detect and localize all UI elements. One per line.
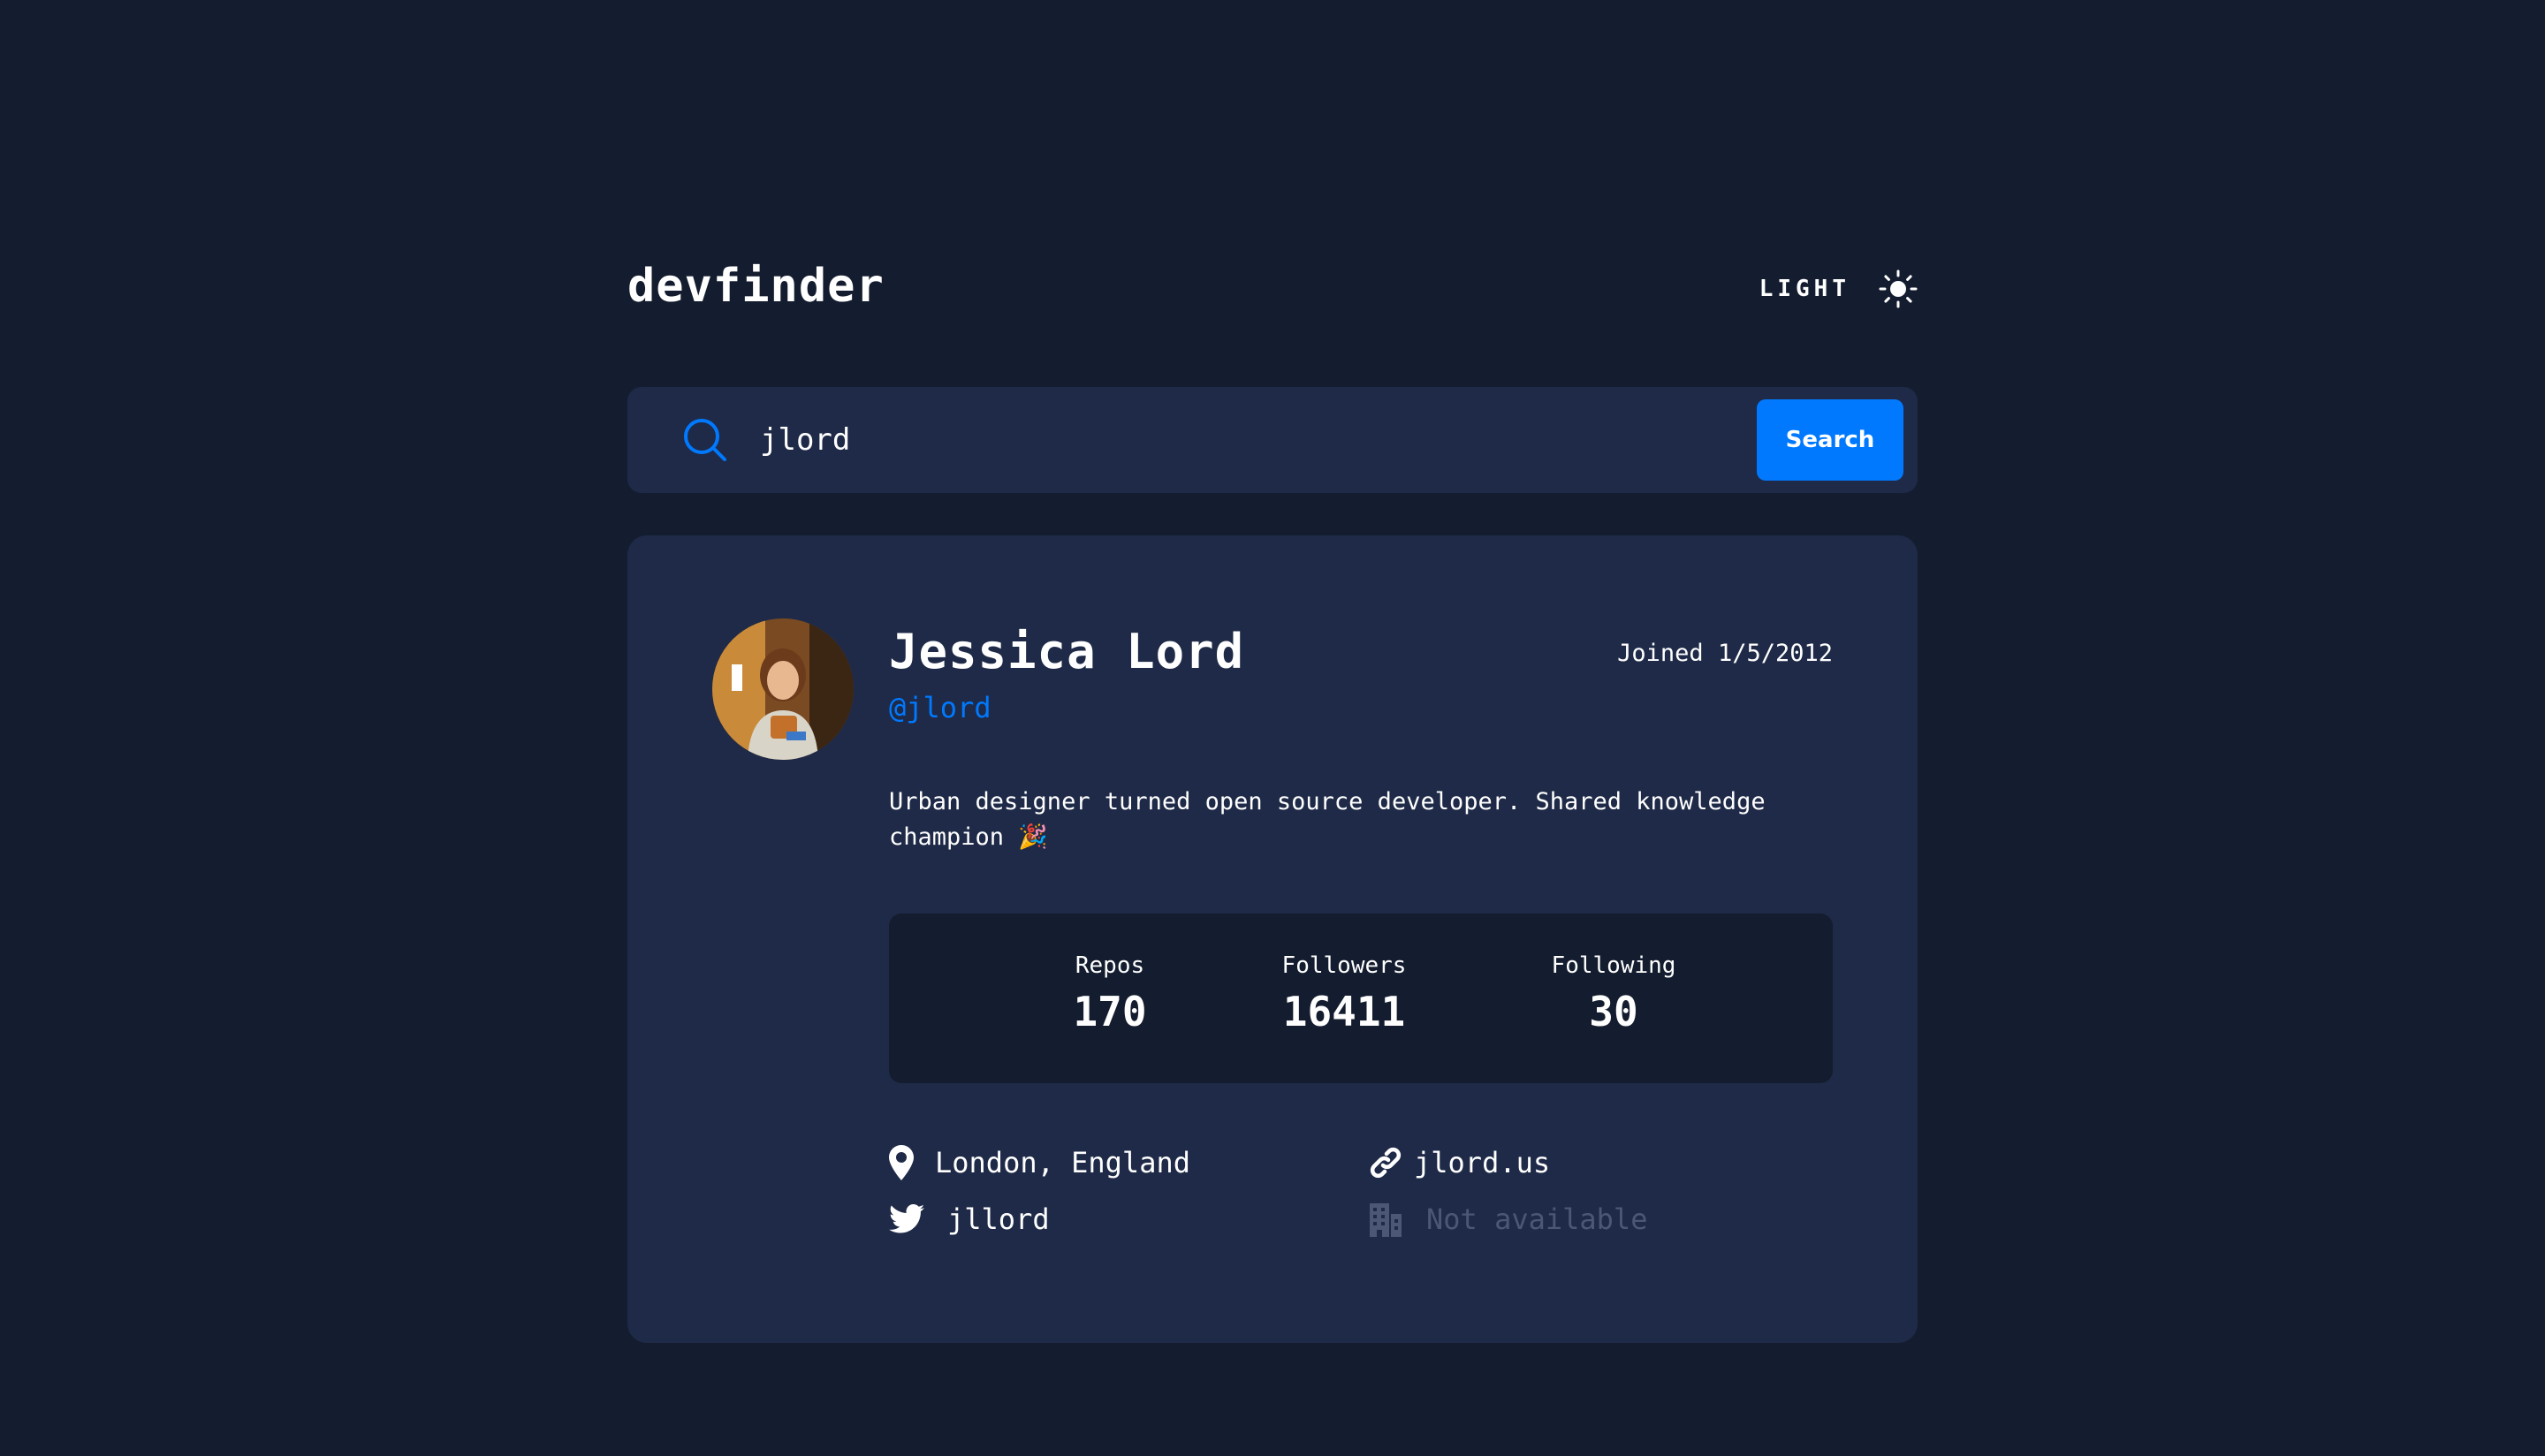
profile-links: London, England jllord jlord.us Not avai… — [889, 1143, 1833, 1267]
profile-handle-link[interactable]: @jlord — [889, 691, 991, 724]
search-bar: Search — [627, 387, 1918, 493]
stats-panel: Repos 170 Followers 16411 Following 30 — [889, 914, 1833, 1083]
joined-date: Joined 1/5/2012 — [1617, 640, 1833, 667]
stat-following: Following 30 — [1543, 952, 1684, 1035]
stat-value: 16411 — [1282, 988, 1406, 1035]
avatar — [712, 618, 854, 760]
theme-toggle-button[interactable]: LIGHT — [1759, 267, 1918, 311]
stat-label: Following — [1551, 952, 1676, 979]
twitter-item[interactable]: jllord — [889, 1200, 1050, 1239]
location-text: London, England — [935, 1146, 1190, 1179]
sun-icon — [1879, 269, 1918, 308]
stat-followers: Followers 16411 — [1269, 952, 1419, 1035]
location-item: London, England — [889, 1143, 1190, 1182]
avatar-image — [712, 618, 854, 760]
blog-item[interactable]: jlord.us — [1368, 1143, 1550, 1182]
search-icon — [684, 419, 726, 461]
profile-bio: Urban designer turned open source develo… — [889, 788, 1766, 851]
app-header: devfinder LIGHT — [627, 256, 1918, 323]
stat-label: Followers — [1281, 952, 1407, 979]
stat-label: Repos — [1075, 952, 1145, 979]
stat-value: 170 — [1073, 988, 1147, 1035]
app-logo: devfinder — [627, 260, 885, 313]
company-text: Not available — [1426, 1202, 1648, 1236]
building-icon — [1370, 1203, 1402, 1237]
stat-value: 30 — [1589, 988, 1638, 1035]
search-input[interactable] — [760, 413, 1679, 466]
link-icon — [1370, 1147, 1402, 1179]
theme-toggle-label: LIGHT — [1759, 276, 1850, 302]
location-pin-icon — [889, 1145, 914, 1180]
blog-link-text: jlord.us — [1414, 1146, 1551, 1179]
search-button[interactable]: Search — [1757, 399, 1903, 481]
twitter-icon — [889, 1204, 924, 1233]
twitter-handle: jllord — [947, 1202, 1050, 1236]
profile-name: Jessica Lord — [889, 624, 1245, 679]
company-item: Not available — [1368, 1200, 1647, 1239]
profile-card: Jessica Lord Joined 1/5/2012 @jlord Urba… — [627, 535, 1918, 1343]
stat-repos: Repos 170 — [1057, 952, 1163, 1035]
